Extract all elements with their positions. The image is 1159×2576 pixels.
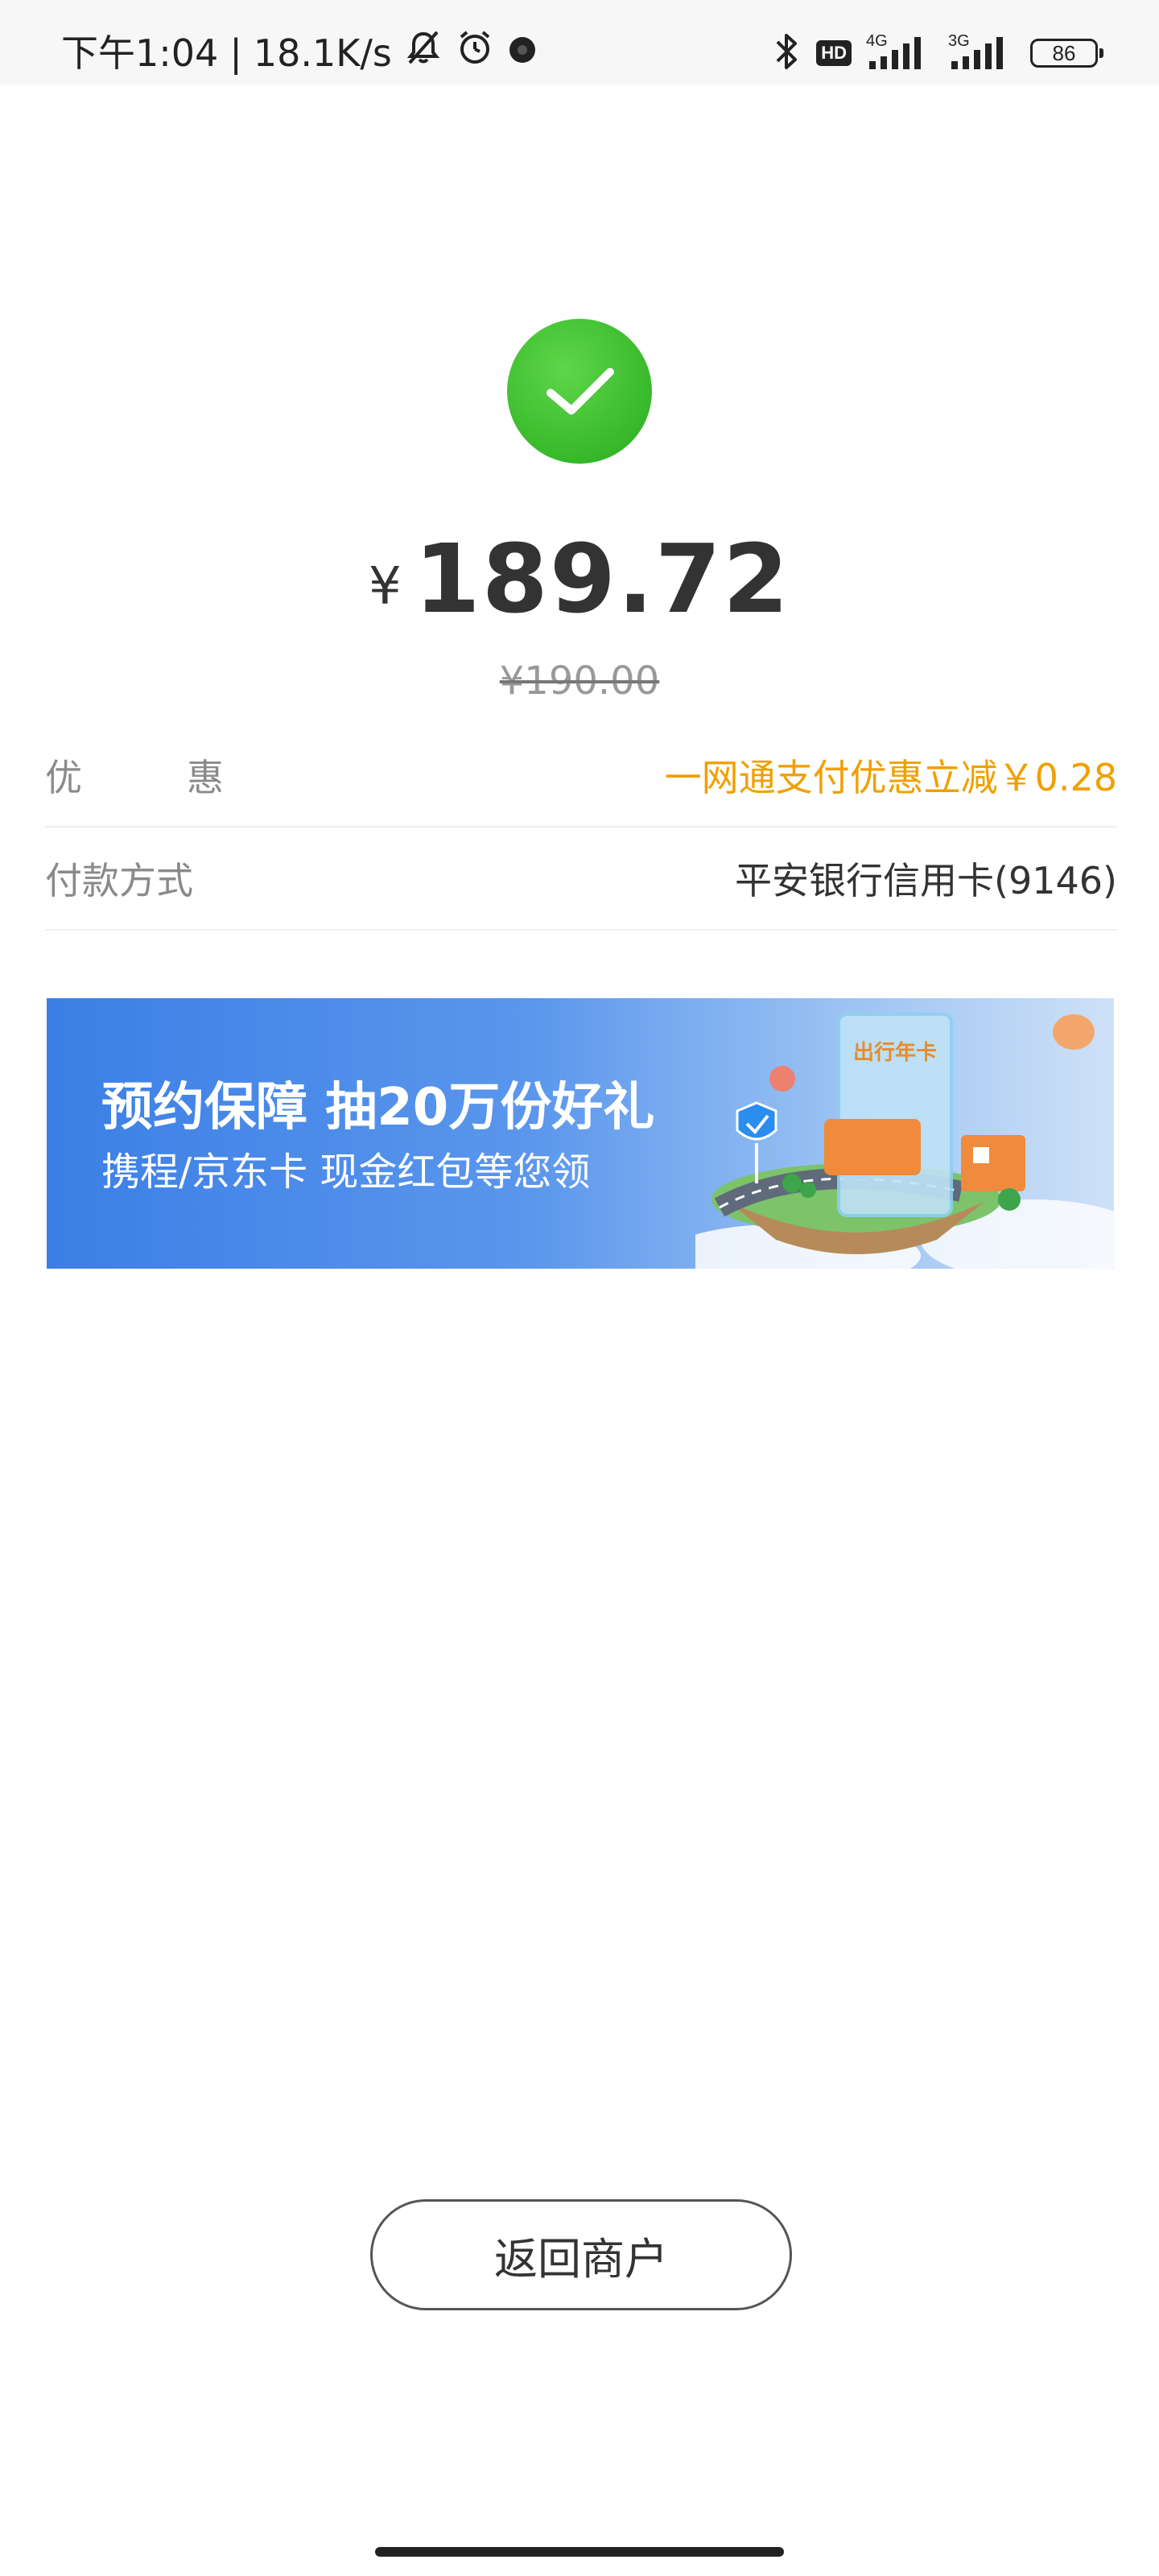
status-separator: | <box>229 31 242 75</box>
status-bar-left: 下午1:04 | 18.1K/s <box>61 27 538 79</box>
banner-illustration: 出行年卡 <box>695 1013 1114 1269</box>
payment-method-value: 平安银行信用卡(9146) <box>735 859 1117 902</box>
signal-3g-icon: 3G <box>948 32 1016 74</box>
banner-headline: 预约保障 抽20万份好礼 <box>101 1078 655 1137</box>
bluetooth-icon <box>773 31 802 76</box>
discount-value: 一网通支付优惠立减￥0.28 <box>664 756 1117 799</box>
status-bar: 下午1:04 | 18.1K/s HD 4G 3G 86 <box>0 0 1159 85</box>
success-check-icon <box>507 319 652 464</box>
app-notification-icon <box>506 29 538 77</box>
mute-bell-icon <box>403 27 443 79</box>
return-to-merchant-button[interactable]: 返回商户 <box>370 2199 792 2310</box>
status-time: 下午1:04 <box>61 31 219 75</box>
hd-voice-badge: HD <box>816 40 852 66</box>
signal-4g-icon: 4G <box>866 32 934 74</box>
payment-method-row: 付款方式 平安银行信用卡(9146) <box>45 828 1117 931</box>
status-bar-right: HD 4G 3G 86 <box>773 31 1103 76</box>
discount-row: 优惠 一网通支付优惠立减￥0.28 <box>45 724 1117 828</box>
alarm-clock-icon <box>455 27 495 79</box>
original-price: ¥190.00 <box>499 658 660 704</box>
home-indicator[interactable] <box>375 2547 784 2557</box>
banner-subline: 携程/京东卡 现金红包等您领 <box>101 1150 591 1195</box>
discount-label: 优惠 <box>45 756 328 799</box>
battery-indicator: 86 <box>1030 39 1103 68</box>
amount-value: 189.72 <box>414 523 791 634</box>
banner-card-text: 出行年卡 <box>853 1040 937 1065</box>
promo-banner[interactable]: 预约保障 抽20万份好礼 携程/京东卡 现金红包等您领 出行年卡 <box>47 998 1114 1269</box>
payment-amount: ¥189.72 <box>0 523 1159 634</box>
currency-symbol: ¥ <box>368 557 402 617</box>
payment-method-label: 付款方式 <box>45 859 193 902</box>
network-speed: 18.1K/s <box>253 31 392 75</box>
